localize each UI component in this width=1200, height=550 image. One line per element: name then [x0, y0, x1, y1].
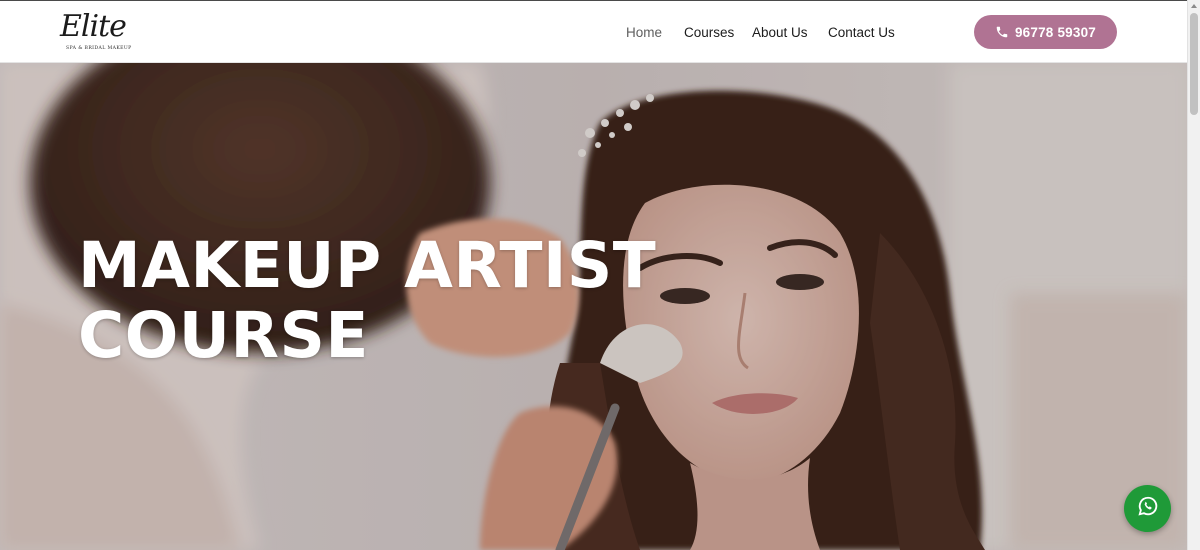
site-header: Elite SPA & BRIDAL MAKEUP Home Courses A…	[0, 0, 1187, 63]
scroll-up-arrow-icon[interactable]	[1191, 4, 1197, 8]
phone-call-button[interactable]: 96778 59307	[974, 15, 1117, 49]
phone-icon	[995, 25, 1009, 39]
scroll-thumb[interactable]	[1190, 13, 1198, 115]
hero-title-line-1: MAKEUP ARTIST	[78, 229, 657, 302]
nav-about-us[interactable]: About Us	[752, 25, 808, 40]
whatsapp-icon	[1137, 495, 1159, 522]
site-logo[interactable]: Elite SPA & BRIDAL MAKEUP	[60, 9, 131, 57]
hero-banner: MAKEUP ARTIST COURSE	[0, 63, 1187, 550]
logo-script-text: Elite	[60, 9, 127, 44]
nav-home[interactable]: Home	[626, 25, 662, 40]
page-scrollbar[interactable]	[1187, 0, 1200, 550]
logo-subtitle: SPA & BRIDAL MAKEUP	[66, 46, 132, 51]
nav-contact-us[interactable]: Contact Us	[828, 25, 895, 40]
hero-title: MAKEUP ARTIST COURSE	[78, 231, 698, 371]
phone-number: 96778 59307	[1014, 24, 1097, 40]
whatsapp-button[interactable]	[1124, 485, 1171, 532]
hero-title-line-2: COURSE	[78, 299, 369, 372]
nav-courses[interactable]: Courses	[684, 25, 734, 40]
